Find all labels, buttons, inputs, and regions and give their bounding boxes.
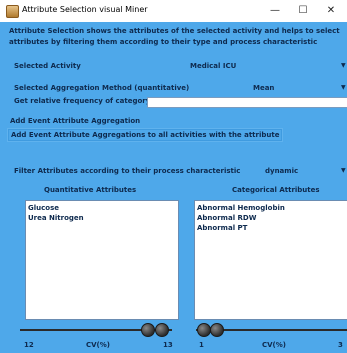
filter-label: Filter Attributes according to their pro…: [14, 167, 241, 175]
aggregation-method-label: Selected Aggregation Method (quantitativ…: [14, 84, 190, 92]
chevron-down-icon[interactable]: ▼: [341, 62, 346, 69]
categorical-list[interactable]: Abnormal Hemoglobin Abnormal RDW Abnorma…: [194, 200, 347, 320]
filter-combo[interactable]: dynamic: [265, 167, 298, 175]
list-item[interactable]: Abnormal PT: [197, 224, 247, 232]
list-item[interactable]: Urea Nitrogen: [28, 214, 84, 222]
chevron-down-icon[interactable]: ▼: [341, 84, 346, 91]
categorical-slider-high-knob[interactable]: [210, 323, 225, 337]
quantitative-title: Quantitative Attributes: [44, 186, 137, 194]
quantitative-slider-low-knob[interactable]: [141, 323, 156, 337]
close-button[interactable]: ✕: [318, 3, 344, 19]
categorical-slider-axis-label: CV(%): [262, 341, 286, 349]
quantitative-slider-max: 13: [163, 341, 173, 349]
categorical-slider-min: 1: [199, 341, 204, 349]
window-title: Attribute Selection visual Miner: [22, 5, 148, 14]
selected-activity-label: Selected Activity: [14, 62, 81, 70]
quantitative-slider-high-knob[interactable]: [155, 323, 169, 337]
description-text: Attribute Selection shows the attributes…: [9, 27, 340, 46]
minimize-button[interactable]: —: [262, 3, 288, 19]
quantitative-slider-axis-label: CV(%): [86, 341, 110, 349]
categorical-title: Categorical Attributes: [232, 186, 320, 194]
list-item[interactable]: Abnormal Hemoglobin: [197, 204, 285, 212]
aggregation-method-combo[interactable]: Mean: [253, 84, 274, 92]
relative-frequency-input[interactable]: [147, 97, 347, 108]
quantitative-slider-min: 12: [24, 341, 34, 349]
list-item[interactable]: Glucose: [28, 204, 59, 212]
selected-activity-combo[interactable]: Medical ICU: [190, 62, 236, 70]
quantitative-list[interactable]: Glucose Urea Nitrogen: [25, 200, 179, 320]
list-item[interactable]: Abnormal RDW: [197, 214, 256, 222]
categorical-slider-low-knob[interactable]: [197, 323, 211, 337]
relative-frequency-label: Get relative frequency of category: [14, 97, 151, 105]
chevron-down-icon[interactable]: ▼: [341, 167, 346, 174]
title-bar: Attribute Selection visual Miner — ☐ ✕: [0, 0, 347, 22]
maximize-button[interactable]: ☐: [290, 3, 316, 19]
main-panel: Attribute Selection shows the attributes…: [0, 22, 347, 353]
categorical-slider-max: 3: [338, 341, 343, 349]
add-aggregation-button[interactable]: Add Event Attribute Aggregation: [7, 115, 144, 127]
app-icon: [6, 5, 19, 18]
add-aggregations-all-button[interactable]: Add Event Attribute Aggregations to all …: [7, 128, 284, 142]
